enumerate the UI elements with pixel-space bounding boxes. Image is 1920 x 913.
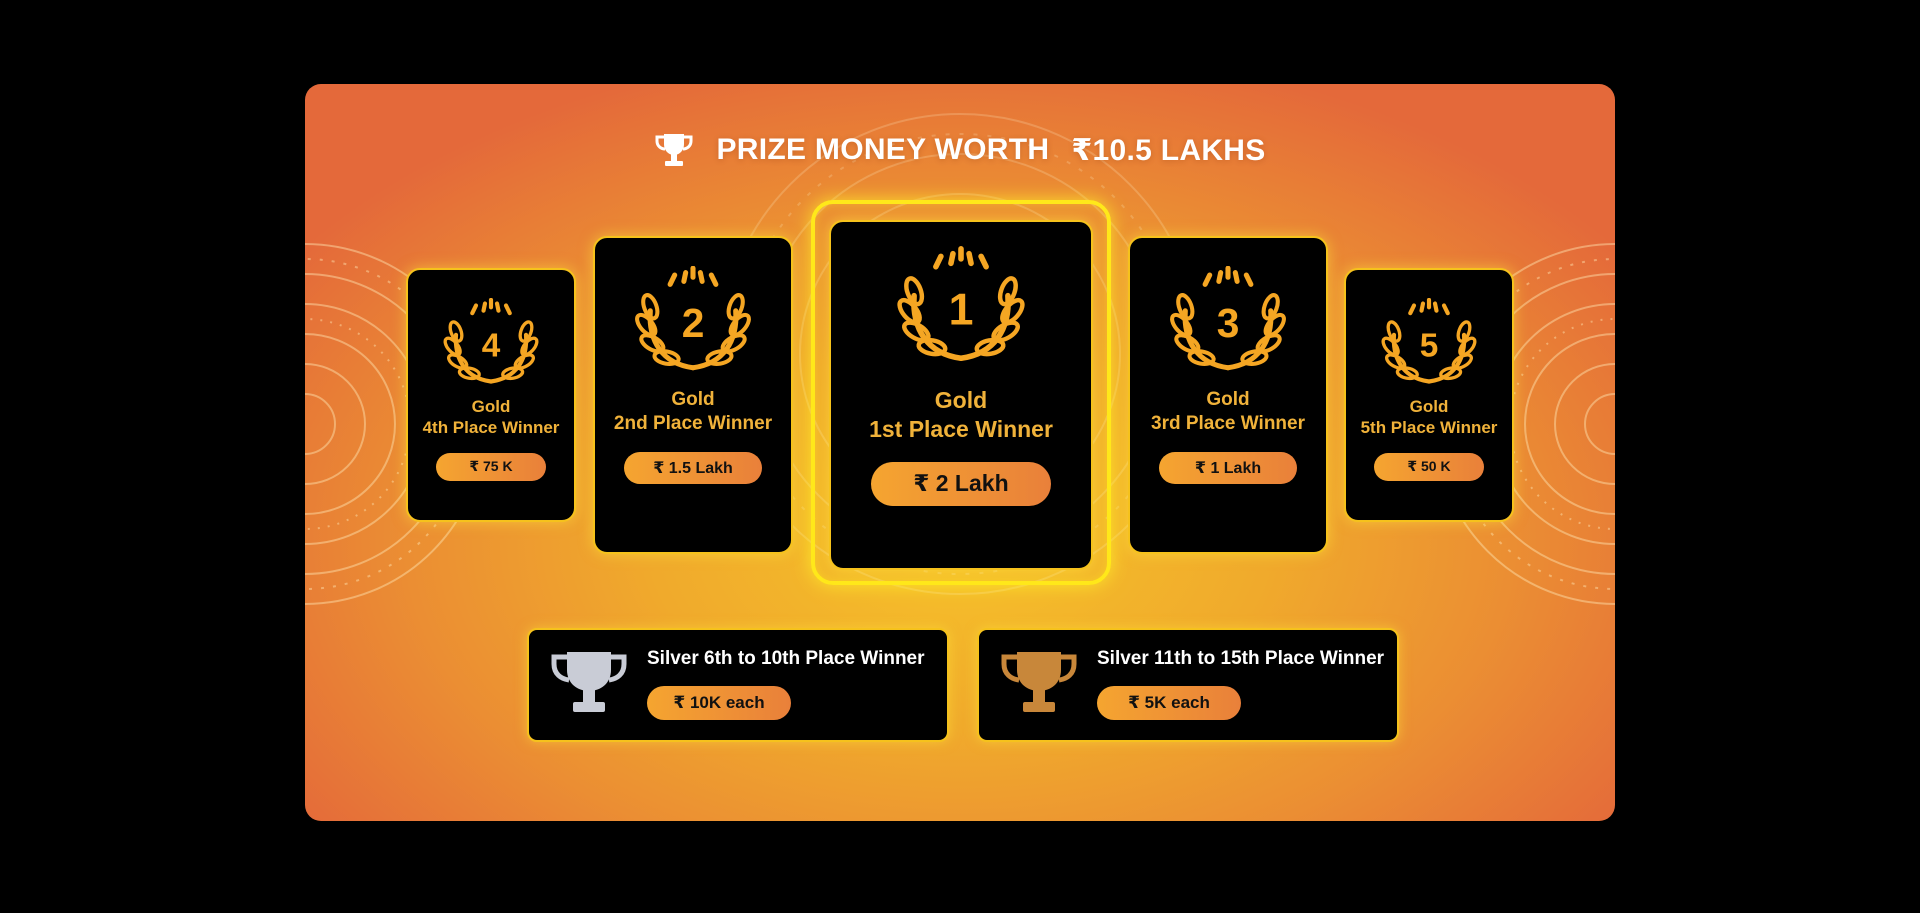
card-place: 2nd Place Winner xyxy=(613,412,773,434)
bronze-trophy-icon xyxy=(1001,652,1077,712)
laurel-2-icon: 2 xyxy=(635,266,751,371)
silver-tier-label: Silver 11th to 15th Place Winner xyxy=(1097,648,1385,669)
card-tier: Gold xyxy=(1409,397,1449,416)
prize-amount-pill: ₹ 75 K xyxy=(436,452,546,481)
card-tier: Gold xyxy=(671,389,715,410)
prize-amount-pill: ₹ 2 Lakh xyxy=(871,461,1051,506)
prize-amount-pill: ₹ 1.5 Lakh xyxy=(624,451,762,484)
silver-prize-pill: ₹ 10K each xyxy=(647,686,791,720)
prize-title: PRIZE MONEY WORTH ₹10.5 LAKHS xyxy=(305,126,1615,174)
rank-number: 1 xyxy=(949,286,974,335)
laurel-1-icon: 1 xyxy=(897,246,1025,362)
card-place: 3rd Place Winner xyxy=(1151,412,1305,434)
silver-tier-card-11-15: Silver 11th to 15th Place Winner ₹ 5K ea… xyxy=(977,628,1399,742)
title-amount: ₹10.5 LAKHS xyxy=(1071,133,1266,167)
laurel-3-icon: 3 xyxy=(1170,266,1286,371)
rank-number: 3 xyxy=(1217,300,1240,346)
rank-number: 5 xyxy=(1420,328,1439,365)
silver-trophy-icon xyxy=(551,652,627,712)
silver-tier-card-6-10: Silver 6th to 10th Place Winner ₹ 10K ea… xyxy=(527,628,949,742)
prize-amount-pill: ₹ 1 Lakh xyxy=(1159,451,1297,484)
laurel-4-icon: 4 xyxy=(443,298,539,384)
card-place: 1st Place Winner xyxy=(869,415,1053,442)
rank-number: 4 xyxy=(482,328,501,365)
card-tier: Gold xyxy=(471,397,511,416)
title-text: PRIZE MONEY WORTH xyxy=(716,133,1050,166)
trophy-icon xyxy=(655,134,693,166)
silver-prize-pill: ₹ 5K each xyxy=(1097,686,1241,720)
card-place: 5th Place Winner xyxy=(1360,418,1498,438)
prize-card-5th: 5 Gold 5th Place Winner ₹ 50 K xyxy=(1344,268,1514,522)
laurel-5-icon: 5 xyxy=(1381,298,1477,384)
prize-banner: PRIZE MONEY WORTH ₹10.5 LAKHS 4 Gold 4th… xyxy=(305,84,1615,821)
prize-amount-pill: ₹ 50 K xyxy=(1374,452,1484,481)
card-tier: Gold xyxy=(1206,389,1250,410)
prize-card-4th: 4 Gold 4th Place Winner ₹ 75 K xyxy=(406,268,576,522)
prize-card-1st: 1 Gold 1st Place Winner ₹ 2 Lakh xyxy=(829,220,1093,570)
rank-number: 2 xyxy=(682,300,705,346)
card-tier: Gold xyxy=(934,387,988,413)
prize-card-2nd: 2 Gold 2nd Place Winner ₹ 1.5 Lakh xyxy=(593,236,793,554)
silver-tier-label: Silver 6th to 10th Place Winner xyxy=(647,648,925,669)
card-place: 4th Place Winner xyxy=(422,418,560,438)
prize-card-3rd: 3 Gold 3rd Place Winner ₹ 1 Lakh xyxy=(1128,236,1328,554)
